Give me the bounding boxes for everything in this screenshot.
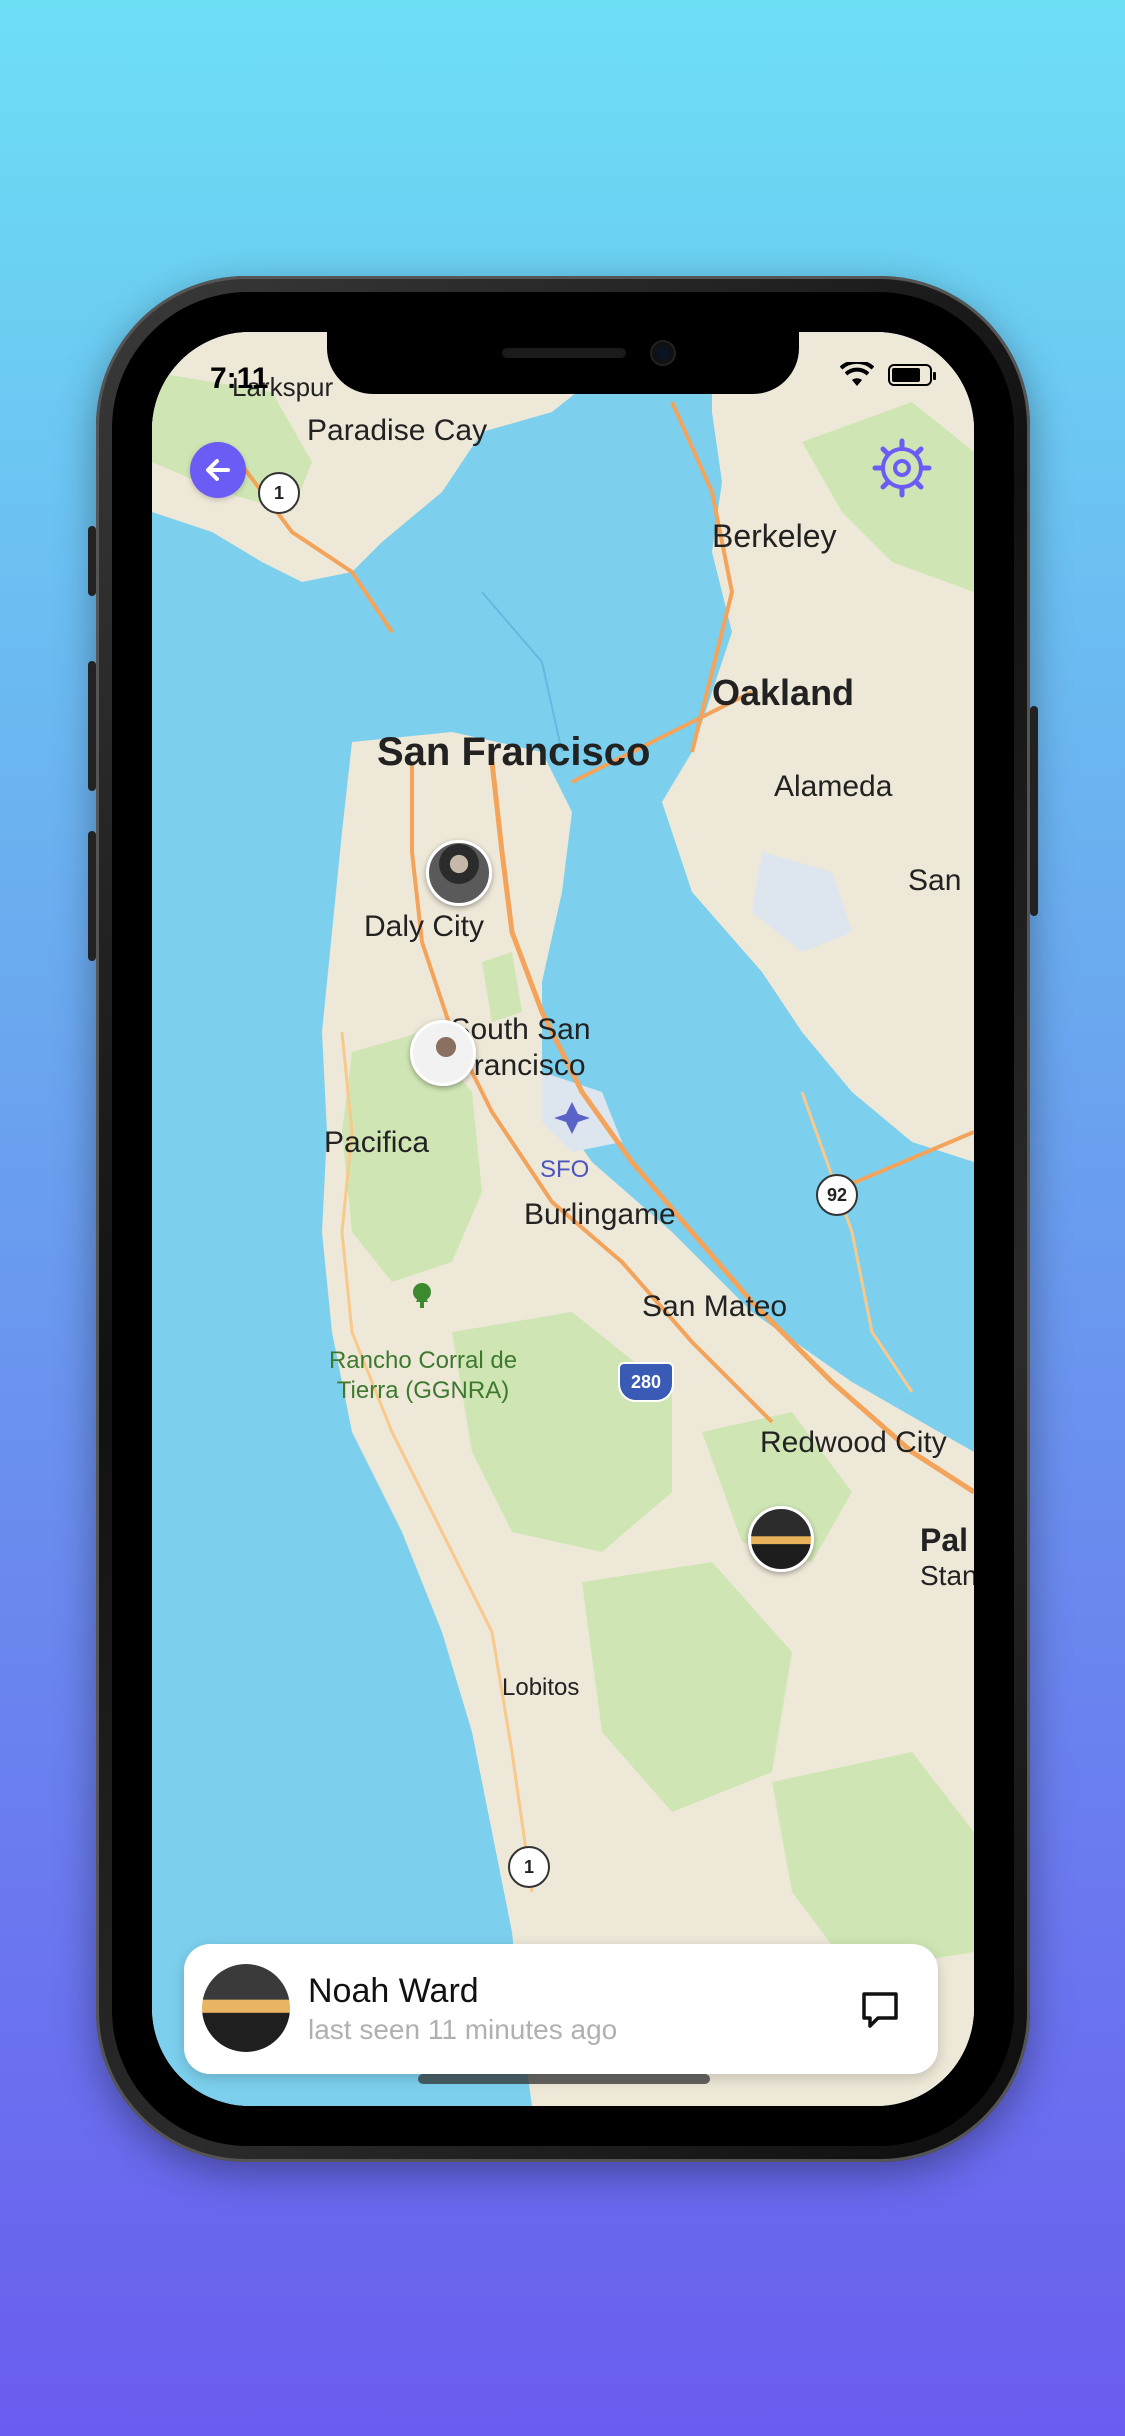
route-shield-1-north: 1 <box>258 472 300 514</box>
home-indicator[interactable] <box>418 2074 710 2084</box>
map-label-san: San <box>908 864 962 897</box>
app-screen: Larkspur Paradise Cay Berkeley Oakland S… <box>152 332 974 2106</box>
chat-bubble-icon <box>862 1992 898 2028</box>
map-label-paradise-cay: Paradise Cay <box>307 414 488 447</box>
map-label-burlingame: Burlingame <box>524 1198 676 1231</box>
map-label-lobitos: Lobitos <box>502 1674 580 1701</box>
phone-frame: Larkspur Paradise Cay Berkeley Oakland S… <box>88 276 1038 2162</box>
volume-up-button <box>88 661 96 791</box>
map-label-palo: Pal <box>920 1522 969 1558</box>
contact-card[interactable]: Noah Ward last seen 11 minutes ago <box>184 1944 938 2074</box>
map-label-san-francisco: San Francisco <box>377 730 651 774</box>
avatar <box>202 1964 290 2052</box>
front-camera <box>652 342 674 364</box>
map-label-san-mateo: San Mateo <box>642 1290 788 1323</box>
battery-icon <box>888 364 936 386</box>
route-shield-92: 92 <box>816 1174 858 1216</box>
friend-pin-south-sf[interactable] <box>410 1020 476 1086</box>
status-icons <box>840 362 936 388</box>
map-label-daly-city: Daly City <box>364 910 485 943</box>
map-label-sfo: SFO <box>540 1156 590 1183</box>
route-shield-1-south: 1 <box>508 1846 550 1888</box>
friend-pin-redwood[interactable] <box>748 1506 814 1572</box>
settings-button[interactable] <box>870 436 934 500</box>
back-button[interactable] <box>190 442 246 498</box>
last-seen-text: last seen 11 minutes ago <box>308 2014 618 2045</box>
map-label-rancho-corral: Rancho Corral de Tierra (GGNRA) <box>328 1347 518 1404</box>
map-label-alameda: Alameda <box>774 770 893 803</box>
chat-button[interactable] <box>852 1982 908 2038</box>
volume-down-button <box>88 831 96 961</box>
map-label-berkeley: Berkeley <box>712 518 837 554</box>
wifi-icon <box>840 362 874 386</box>
mute-switch <box>88 526 96 596</box>
notch <box>327 332 799 394</box>
power-button <box>1030 706 1038 916</box>
map-label-stanford: Stan <box>920 1560 974 1591</box>
friend-pin-daly-city[interactable] <box>426 840 492 906</box>
gear-icon <box>872 438 932 498</box>
map-label-redwood-city: Redwood City <box>760 1426 947 1459</box>
status-time: 7:11 <box>210 362 269 395</box>
speaker-grille <box>502 348 626 358</box>
map-label-pacifica: Pacifica <box>324 1126 430 1159</box>
arrow-left-icon <box>206 459 230 481</box>
contact-name: Noah Ward <box>308 1972 479 2010</box>
route-shield-280: 280 <box>618 1362 674 1402</box>
map-label-oakland: Oakland <box>712 672 855 713</box>
